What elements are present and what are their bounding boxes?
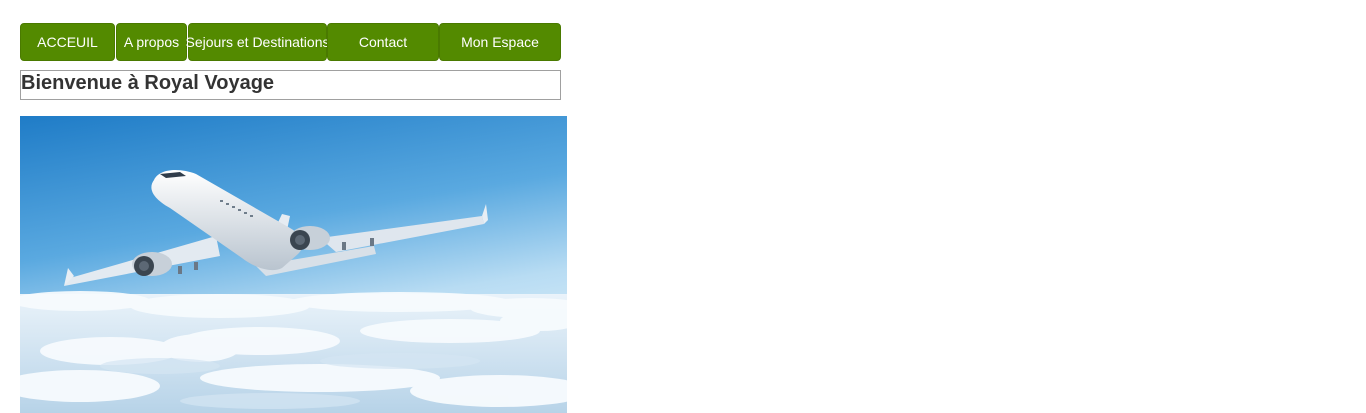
nav-about-button[interactable]: A propos xyxy=(116,23,187,61)
airplane-in-sky-image xyxy=(20,116,567,413)
nav-home-button[interactable]: ACCEUIL xyxy=(20,23,115,61)
nav-contact-button[interactable]: Contact xyxy=(327,23,439,61)
nav-account-button[interactable]: Mon Espace xyxy=(439,23,561,61)
page: ACCEUIL A propos Sejours et Destinations… xyxy=(0,0,1366,413)
welcome-header: Bienvenue à Royal Voyage xyxy=(20,70,561,100)
hero-image xyxy=(20,116,567,413)
main-nav: ACCEUIL A propos Sejours et Destinations… xyxy=(20,23,561,63)
page-title: Bienvenue à Royal Voyage xyxy=(21,72,275,94)
nav-destinations-button[interactable]: Sejours et Destinations xyxy=(186,23,329,61)
